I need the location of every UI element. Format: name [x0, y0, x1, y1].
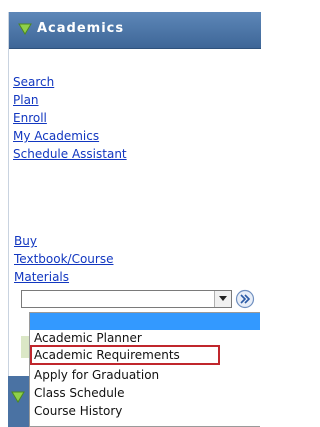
triangle-down-icon	[11, 391, 25, 403]
academics-header[interactable]: Academics	[9, 12, 261, 49]
link-textbook-course[interactable]: Textbook/Course	[14, 250, 113, 268]
dropdown-option-course-history[interactable]: Course History	[34, 404, 122, 418]
textbook-links: Buy Textbook/Course Materials	[14, 232, 113, 286]
link-search[interactable]: Search	[13, 73, 127, 91]
header-title: Academics	[37, 21, 125, 36]
hidden-panel-header	[8, 376, 30, 427]
link-materials[interactable]: Materials	[14, 268, 113, 286]
double-chevron-right-icon[interactable]	[235, 289, 255, 309]
link-enroll[interactable]: Enroll	[13, 109, 127, 127]
hidden-green-element	[21, 336, 29, 358]
dropdown-option-academic-requirements[interactable]: Academic Requirements	[34, 348, 180, 362]
link-buy[interactable]: Buy	[14, 232, 113, 250]
link-my-academics[interactable]: My Academics	[13, 127, 127, 145]
dropdown-option-apply-for-graduation[interactable]: Apply for Graduation	[34, 368, 159, 382]
academics-select[interactable]	[21, 290, 232, 308]
dropdown-option-academic-planner[interactable]: Academic Planner	[34, 331, 142, 345]
dropdown-arrow-button[interactable]	[214, 291, 231, 307]
link-schedule-assistant[interactable]: Schedule Assistant	[13, 145, 127, 163]
dropdown-option-class-schedule[interactable]: Class Schedule	[34, 386, 125, 400]
link-plan[interactable]: Plan	[13, 91, 127, 109]
dropdown-list[interactable]: Academic Planner Academic Requirements A…	[29, 312, 260, 427]
dropdown-option-blank[interactable]	[30, 313, 260, 330]
academics-links: Search Plan Enroll My Academics Schedule…	[13, 73, 127, 163]
triangle-down-icon[interactable]	[18, 23, 32, 35]
chevron-down-icon	[219, 296, 227, 301]
